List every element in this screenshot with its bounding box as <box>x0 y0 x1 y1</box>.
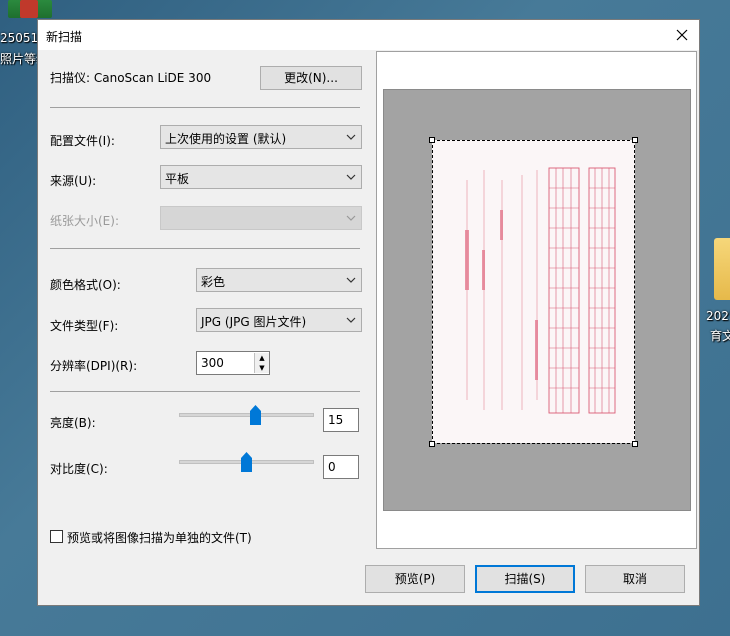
scan-region-marquee[interactable] <box>432 140 635 444</box>
color-format-select[interactable]: 彩色 <box>196 268 362 292</box>
cancel-button[interactable]: 取消 <box>585 565 685 593</box>
file-type-select[interactable]: JPG (JPG 图片文件) <box>196 308 362 332</box>
desktop-folder-label[interactable]: 2025 <box>706 309 730 323</box>
chevron-down-icon <box>346 277 356 283</box>
file-type-value: JPG (JPG 图片文件) <box>201 315 307 329</box>
contrast-input[interactable]: 0 <box>323 455 359 479</box>
brightness-input[interactable]: 15 <box>323 408 359 432</box>
separator <box>50 248 360 249</box>
brightness-slider-thumb[interactable] <box>250 405 262 425</box>
change-scanner-button[interactable]: 更改(N)... <box>260 66 362 90</box>
close-button[interactable] <box>671 24 693 46</box>
marquee-handle-bottom-left[interactable] <box>429 441 435 447</box>
marquee-handle-top-right[interactable] <box>632 137 638 143</box>
dialog-title: 新扫描 <box>46 30 83 44</box>
arrow-up-icon[interactable]: ▲ <box>254 353 269 363</box>
separator <box>50 391 360 392</box>
brightness-value: 15 <box>328 413 344 427</box>
scan-button[interactable]: 扫描(S) <box>475 565 575 593</box>
preview-button[interactable]: 预览(P) <box>365 565 465 593</box>
resolution-label: 分辨率(DPI)(R): <box>50 359 138 373</box>
desktop-folder-label-2[interactable]: 育文 <box>710 327 730 344</box>
separator <box>50 107 360 108</box>
title-bar: 新扫描 <box>38 20 699 50</box>
chevron-down-icon <box>346 134 356 140</box>
separate-files-checkbox[interactable] <box>50 530 63 543</box>
arrow-down-icon[interactable]: ▼ <box>254 363 269 373</box>
contrast-value: 0 <box>328 460 336 474</box>
desktop-app-icon[interactable] <box>8 0 52 18</box>
profile-label: 配置文件(I): <box>50 134 115 148</box>
brightness-label: 亮度(B): <box>50 416 96 430</box>
marquee-handle-top-left[interactable] <box>429 137 435 143</box>
color-format-label: 颜色格式(O): <box>50 278 121 292</box>
paper-size-label: 纸张大小(E): <box>50 214 119 228</box>
scanner-label: 扫描仪: CanoScan LiDE 300 <box>50 71 212 85</box>
file-type-label: 文件类型(F): <box>50 319 119 333</box>
resolution-value: 300 <box>201 356 224 370</box>
contrast-label: 对比度(C): <box>50 462 108 476</box>
chevron-down-icon <box>346 215 356 221</box>
paper-size-select <box>160 206 362 230</box>
chevron-down-icon <box>346 174 356 180</box>
source-select[interactable]: 平板 <box>160 165 362 189</box>
close-icon <box>676 29 688 41</box>
separate-files-label[interactable]: 预览或将图像扫描为单独的文件(T) <box>67 529 252 546</box>
contrast-slider-thumb[interactable] <box>241 452 252 472</box>
color-format-value: 彩色 <box>201 275 226 289</box>
brightness-slider-track[interactable] <box>179 413 314 417</box>
chevron-down-icon <box>346 317 356 323</box>
source-value: 平板 <box>165 172 190 186</box>
profile-value: 上次使用的设置 (默认) <box>165 132 287 146</box>
marquee-handle-bottom-right[interactable] <box>632 441 638 447</box>
spinner-arrows[interactable]: ▲ ▼ <box>254 353 269 373</box>
new-scan-dialog: 新扫描 扫描仪: CanoScan LiDE 300 更改(N)... 配置文件… <box>37 19 700 606</box>
folder-icon[interactable] <box>714 238 730 300</box>
source-label: 来源(U): <box>50 174 97 188</box>
profile-select[interactable]: 上次使用的设置 (默认) <box>160 125 362 149</box>
resolution-spinner[interactable]: 300 ▲ ▼ <box>196 351 270 375</box>
